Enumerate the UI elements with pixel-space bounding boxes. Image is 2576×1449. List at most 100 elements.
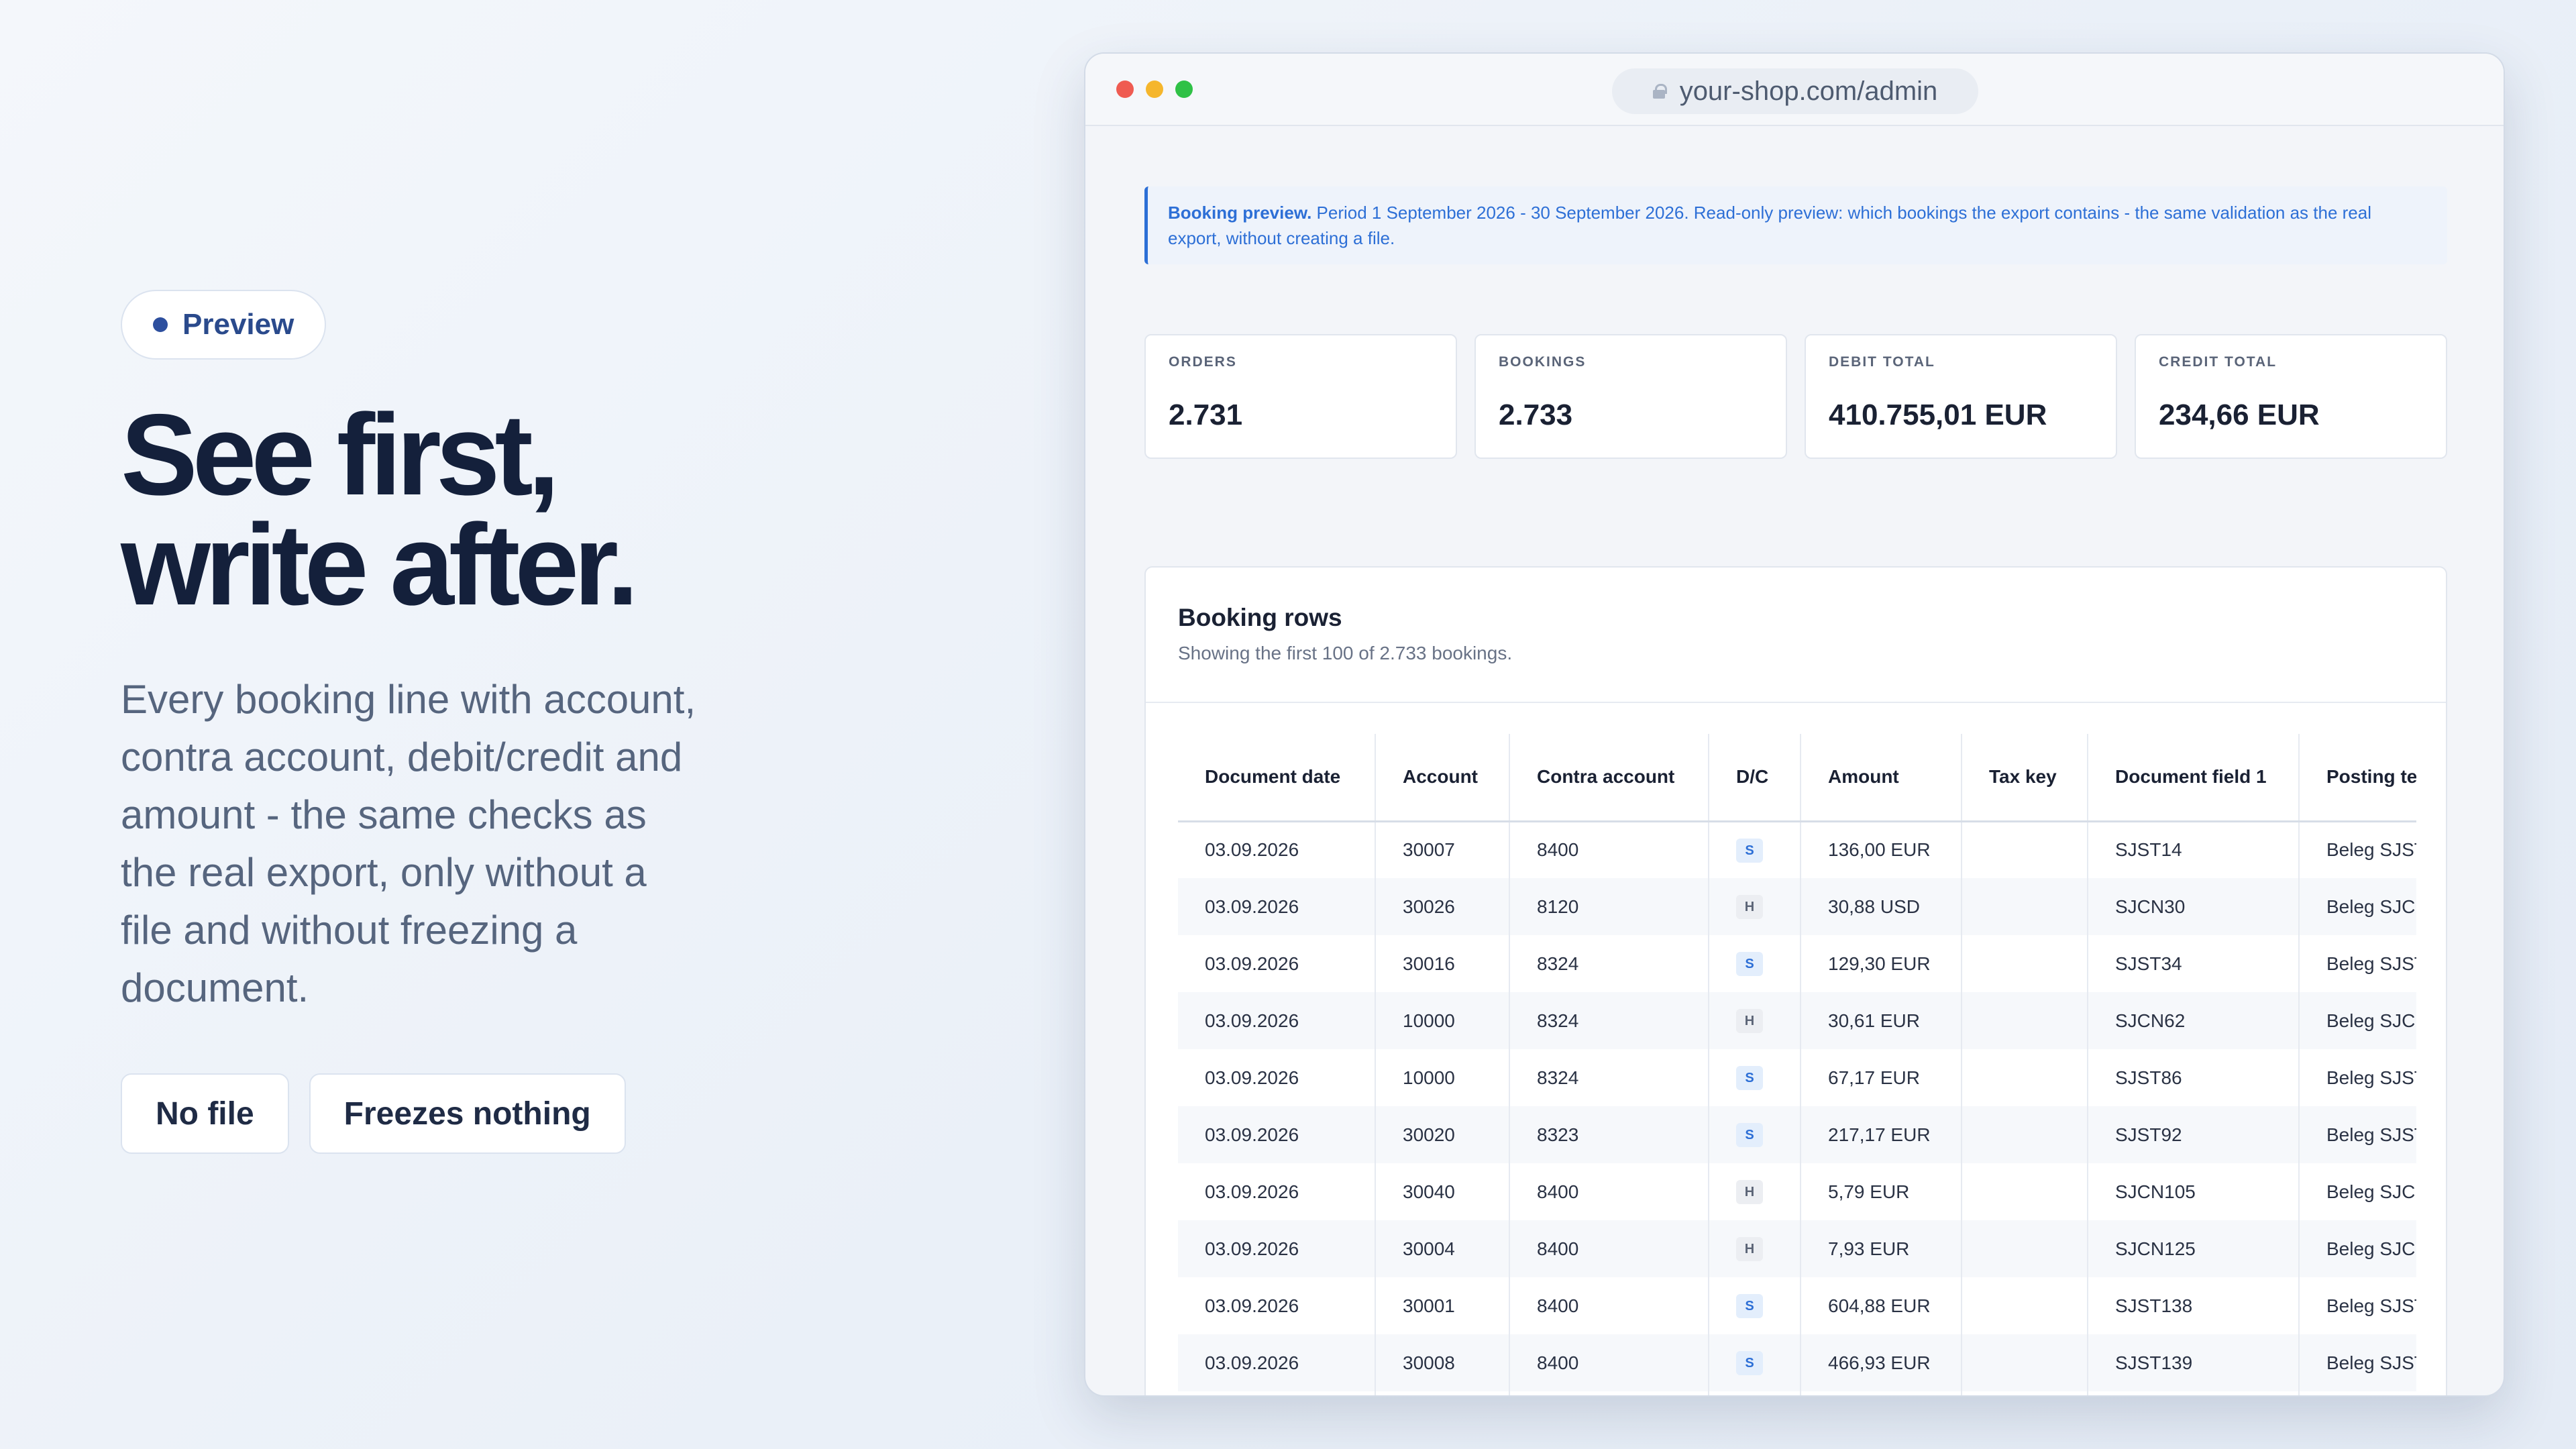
cell-debit-credit: S [1709,1106,1801,1163]
cell-posting-text: Beleg SJST86 [2299,1049,2416,1106]
cell-document-date: 03.09.2026 [1178,1220,1376,1277]
cell-account: 30040 [1375,1163,1510,1220]
cell-contra-account: 8324 [1509,992,1709,1049]
cell-tax-key [1962,1049,2088,1106]
cell-document-field-1: SJCN30 [2088,878,2300,935]
cell-document-field-1: SJST34 [2088,935,2300,992]
cell-tax-key [1962,1391,2088,1395]
booking-table-body: 03.09.2026 30007 8400 S 136,00 EUR SJST14 Bele… [1178,821,2416,1395]
table-row[interactable]: 03.09.2026 30040 8400 H 5,79 EUR SJCN105 Beleg… [1178,1163,2416,1220]
column-header[interactable]: Document date [1178,734,1376,822]
card-subtitle: Showing the first 100 of 2.733 bookings. [1178,643,1513,663]
feature-chips: No file Freezes nothing [121,1073,818,1154]
cell-account: 30016 [1375,935,1510,992]
table-row[interactable]: 03.09.2026 30016 8324 S 129,30 EUR SJST34 Bele… [1178,935,2416,992]
cell-amount: 67,17 EUR [1801,1049,1962,1106]
cell-debit-credit: H [1709,1220,1801,1277]
cell-posting-text: Beleg SJST138 [2299,1277,2416,1334]
column-header[interactable]: Account [1375,734,1510,822]
table-header-row: Document date Account Contra account D/C… [1178,734,2416,822]
cell-document-date: 03.09.2026 [1178,935,1376,992]
stat-value: 410.755,01 EUR [1829,398,2047,431]
stat-label: DEBIT TOTAL [1829,354,1935,370]
status-dot-icon [153,317,168,332]
stat-orders: ORDERS 2.731 [1144,334,1457,459]
chip-freezes-nothing: Freezes nothing [309,1073,626,1154]
cell-document-date: 03.09.2026 [1178,821,1376,878]
stat-label: CREDIT TOTAL [2159,354,2277,370]
cell-debit-credit: S [1709,935,1801,992]
close-window-icon[interactable] [1116,80,1134,98]
cell-tax-key [1962,1334,2088,1391]
table-row[interactable]: 03.09.2026 30001 8400 S 604,88 EUR SJST138 Bel… [1178,1277,2416,1334]
cell-document-date: 03.09.2026 [1178,992,1376,1049]
column-header[interactable]: Tax key [1962,734,2088,822]
cell-amount: 129,30 EUR [1801,935,1962,992]
debit-credit-badge: H [1736,895,1763,920]
cell-debit-credit: H [1709,992,1801,1049]
cell-debit-credit: S [1709,821,1801,878]
cell-account: 10000 [1375,1049,1510,1106]
address-bar[interactable]: your-shop.com/admin [1612,68,1978,114]
maximize-window-icon[interactable] [1175,80,1193,98]
url-text: your-shop.com/admin [1679,76,1938,106]
preview-badge: Preview [121,290,327,360]
table-row[interactable]: 03.09.2026 30008 8400 S 466,93 EUR SJST139 Bel… [1178,1334,2416,1391]
cell-tax-key [1962,1106,2088,1163]
card-title: Booking rows [1178,604,1342,631]
card-header: Booking rows Showing the first 100 of 2.… [1146,568,2446,703]
cell-amount: 604,88 EUR [1801,1277,1962,1334]
cell-debit-credit: S [1709,1049,1801,1106]
cell-account: 30007 [1375,821,1510,878]
cell-amount: 5,79 EUR [1801,1163,1962,1220]
cell-posting-text: Beleg SJST139 [2299,1334,2416,1391]
table-row[interactable]: 03.09.2026 30007 8400 S 136,00 EUR SJST14 Bele… [1178,821,2416,878]
cell-document-field-1: SJST14 [2088,821,2300,878]
table-row[interactable]: 03.09.2026300018400H7,93 EUR SJCN160Beleg… [1178,1391,2416,1395]
cell-document-date: 03.09.2026 [1178,878,1376,935]
column-header[interactable]: Contra account [1509,734,1709,822]
cell-tax-key [1962,1220,2088,1277]
booking-rows-card: Booking rows Showing the first 100 of 2.… [1144,566,2447,1395]
cell-amount: 217,17 EUR [1801,1106,1962,1163]
cell-tax-key [1962,821,2088,878]
table-row[interactable]: 03.09.2026 30020 8323 S 217,17 EUR SJST92 Bele… [1178,1106,2416,1163]
cell-document-field-1: SJST92 [2088,1106,2300,1163]
cell-amount: 7,93 EUR [1801,1391,1962,1395]
cell-contra-account: 8400 [1509,1391,1709,1395]
booking-table-scroll[interactable]: Document date Account Contra account D/C… [1178,734,2416,1395]
cell-document-date: 03.09.2026 [1178,1106,1376,1163]
column-header[interactable]: D/C [1709,734,1801,822]
cell-contra-account: 8400 [1509,1277,1709,1334]
notice-text: Period 1 September 2026 - 30 September 2… [1168,203,2371,248]
cell-amount: 30,61 EUR [1801,992,1962,1049]
cell-tax-key [1962,1163,2088,1220]
stat-debit-total: DEBIT TOTAL 410.755,01 EUR [1805,334,2117,459]
cell-posting-text: Beleg SJST34 [2299,935,2416,992]
browser-titlebar: your-shop.com/admin [1085,54,2504,126]
table-row[interactable]: 03.09.2026 10000 8324 S 67,17 EUR SJST86 Beleg… [1178,1049,2416,1106]
cell-contra-account: 8400 [1509,821,1709,878]
lock-icon [1652,84,1667,99]
cell-document-field-1: SJST138 [2088,1277,2300,1334]
cell-posting-text: Beleg SJST92 [2299,1106,2416,1163]
stat-value: 2.733 [1499,398,1573,431]
table-row[interactable]: 03.09.2026 30004 8400 H 7,93 EUR SJCN125 Beleg… [1178,1220,2416,1277]
minimize-window-icon[interactable] [1146,80,1163,98]
cell-debit-credit: H [1709,878,1801,935]
cell-document-field-1: SJST139 [2088,1334,2300,1391]
cell-tax-key [1962,935,2088,992]
table-row[interactable]: 03.09.2026 10000 8324 H 30,61 EUR SJCN62 Beleg… [1178,992,2416,1049]
column-header[interactable]: Posting text [2299,734,2416,822]
column-header[interactable]: Document field 1 [2088,734,2300,822]
window-controls [1116,80,1193,98]
cell-document-date: 03.09.2026 [1178,1391,1376,1395]
cell-tax-key [1962,878,2088,935]
stat-label: ORDERS [1169,354,1237,370]
column-header[interactable]: Amount [1801,734,1962,822]
cell-document-field-1: SJCN62 [2088,992,2300,1049]
cell-document-field-1: SJCN160 [2088,1391,2300,1395]
cell-contra-account: 8400 [1509,1334,1709,1391]
debit-credit-badge: H [1736,1180,1763,1205]
table-row[interactable]: 03.09.2026 30026 8120 H 30,88 USD SJCN30 Beleg… [1178,878,2416,935]
